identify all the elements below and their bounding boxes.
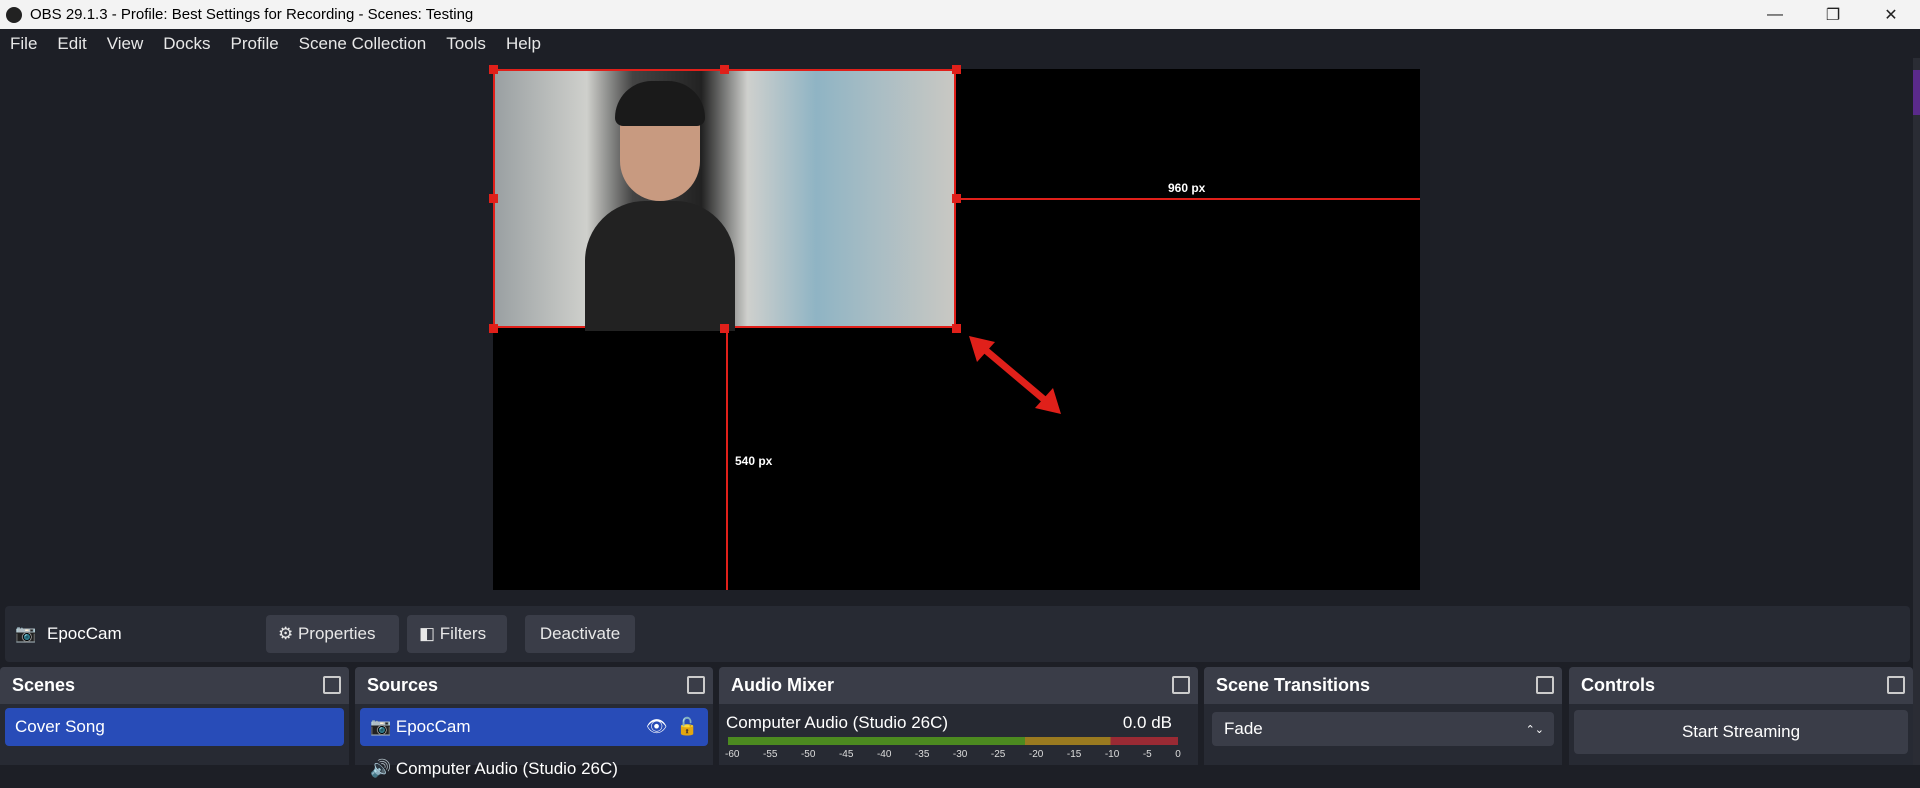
scene-transitions-dock: Scene Transitions Fade ⌃⌄ bbox=[1204, 667, 1562, 765]
filter-icon: ◧ bbox=[419, 624, 440, 643]
height-guide bbox=[726, 328, 728, 590]
camera-icon: 📷 bbox=[15, 624, 37, 643]
person-hair bbox=[615, 81, 705, 126]
updown-icon: ⌃⌄ bbox=[1525, 723, 1544, 736]
undock-icon[interactable] bbox=[1536, 676, 1554, 694]
meter-tick: -10 bbox=[1104, 749, 1120, 760]
scrollbar[interactable] bbox=[1913, 58, 1920, 765]
transition-select[interactable]: Fade ⌃⌄ bbox=[1212, 712, 1554, 746]
meter-tick: -20 bbox=[1028, 749, 1044, 760]
meter-tick: -50 bbox=[800, 749, 816, 760]
resize-arrow-icon bbox=[969, 336, 1061, 414]
sources-title: Sources bbox=[367, 675, 439, 695]
undock-icon[interactable] bbox=[323, 676, 341, 694]
undock-icon[interactable] bbox=[1172, 676, 1190, 694]
start-streaming-button[interactable]: Start Streaming bbox=[1574, 710, 1908, 754]
camera-icon: 📷 bbox=[370, 717, 396, 736]
meter-tick: -25 bbox=[990, 749, 1006, 760]
meter-tick: -60 bbox=[725, 749, 740, 760]
resize-handle[interactable] bbox=[952, 324, 961, 333]
menu-scene-collection[interactable]: Scene Collection bbox=[289, 34, 437, 54]
maximize-button[interactable]: ❐ bbox=[1804, 0, 1862, 29]
source-item[interactable]: 🔊 Computer Audio (Studio 26C) bbox=[360, 750, 708, 788]
source-item[interactable]: 📷 EpocCam 👁 🔓 bbox=[360, 708, 708, 746]
resize-handle[interactable] bbox=[720, 65, 729, 74]
undock-icon[interactable] bbox=[687, 676, 705, 694]
channel-name: Computer Audio (Studio 26C) bbox=[726, 713, 949, 732]
meter-tick: -55 bbox=[762, 749, 778, 760]
meter-tick: -40 bbox=[876, 749, 892, 760]
resize-handle[interactable] bbox=[952, 65, 961, 74]
height-label: 540 px bbox=[735, 454, 773, 468]
meter-tick: -45 bbox=[838, 749, 854, 760]
source-name: EpocCam bbox=[395, 717, 471, 736]
meter-tick: -30 bbox=[952, 749, 968, 760]
person-body bbox=[585, 201, 735, 331]
meter-tick: -35 bbox=[914, 749, 930, 760]
properties-button[interactable]: ⚙ Properties bbox=[266, 615, 399, 653]
meter-scale: -60 -55 -50 -45 -40 -35 -30 -25 -20 -15 -10 -5 0 bbox=[725, 749, 1181, 760]
volume-meter bbox=[728, 737, 1178, 745]
width-label: 960 px bbox=[1168, 181, 1206, 195]
resize-handle[interactable] bbox=[489, 324, 498, 333]
scene-item[interactable]: Cover Song bbox=[5, 708, 344, 746]
webcam-source[interactable] bbox=[493, 69, 956, 331]
controls-dock: Controls Start Streaming bbox=[1569, 667, 1913, 765]
meter-tick: 0 bbox=[1175, 749, 1181, 760]
menu-file[interactable]: File bbox=[0, 34, 47, 54]
meter-tick: -15 bbox=[1066, 749, 1082, 760]
audio-mixer-dock: Audio Mixer Computer Audio (Studio 26C) … bbox=[719, 667, 1198, 765]
eye-icon[interactable]: 👁 bbox=[646, 717, 677, 737]
properties-label: Properties bbox=[297, 624, 376, 643]
source-name: Computer Audio (Studio 26C) bbox=[395, 759, 618, 778]
scenes-dock: Scenes Cover Song bbox=[0, 667, 349, 765]
transition-value: Fade bbox=[1224, 719, 1263, 738]
deactivate-button[interactable]: Deactivate bbox=[525, 615, 635, 653]
minimize-button[interactable]: — bbox=[1746, 0, 1804, 29]
channel-level: 0.0 dB bbox=[1122, 713, 1172, 732]
filters-button[interactable]: ◧ Filters bbox=[407, 615, 507, 653]
menu-docks[interactable]: Docks bbox=[153, 34, 220, 54]
menu-edit[interactable]: Edit bbox=[47, 34, 96, 54]
meter-tick: -5 bbox=[1142, 749, 1152, 760]
filters-label: Filters bbox=[439, 624, 487, 643]
close-button[interactable]: ✕ bbox=[1862, 0, 1920, 29]
undock-icon[interactable] bbox=[1887, 676, 1905, 694]
window-title: OBS 29.1.3 - Profile: Best Settings for … bbox=[30, 6, 474, 23]
menu-bar: File Edit View Docks Profile Scene Colle… bbox=[0, 29, 1920, 58]
gear-icon: ⚙ bbox=[278, 624, 298, 643]
menu-help[interactable]: Help bbox=[496, 34, 551, 54]
scene-transitions-title: Scene Transitions bbox=[1216, 675, 1371, 695]
audio-mixer-title: Audio Mixer bbox=[731, 675, 835, 695]
lock-icon[interactable]: 🔓 bbox=[677, 717, 698, 737]
scenes-title: Scenes bbox=[12, 675, 76, 695]
menu-tools[interactable]: Tools bbox=[436, 34, 496, 54]
controls-title: Controls bbox=[1581, 675, 1655, 695]
title-bar: OBS 29.1.3 - Profile: Best Settings for … bbox=[0, 0, 1920, 29]
resize-handle[interactable] bbox=[489, 194, 498, 203]
speaker-icon: 🔊 bbox=[370, 759, 396, 778]
source-context-bar: 📷 EpocCam ⚙ Properties ◧ Filters Deactiv… bbox=[5, 606, 1910, 662]
menu-profile[interactable]: Profile bbox=[220, 34, 288, 54]
resize-handle[interactable] bbox=[489, 65, 498, 74]
menu-view[interactable]: View bbox=[97, 34, 154, 54]
width-guide bbox=[956, 198, 1420, 200]
obs-logo-icon bbox=[6, 6, 22, 23]
selected-source-name: EpocCam bbox=[47, 624, 122, 643]
sources-dock: Sources 📷 EpocCam 👁 🔓 🔊 Computer Audio (S… bbox=[355, 667, 713, 778]
